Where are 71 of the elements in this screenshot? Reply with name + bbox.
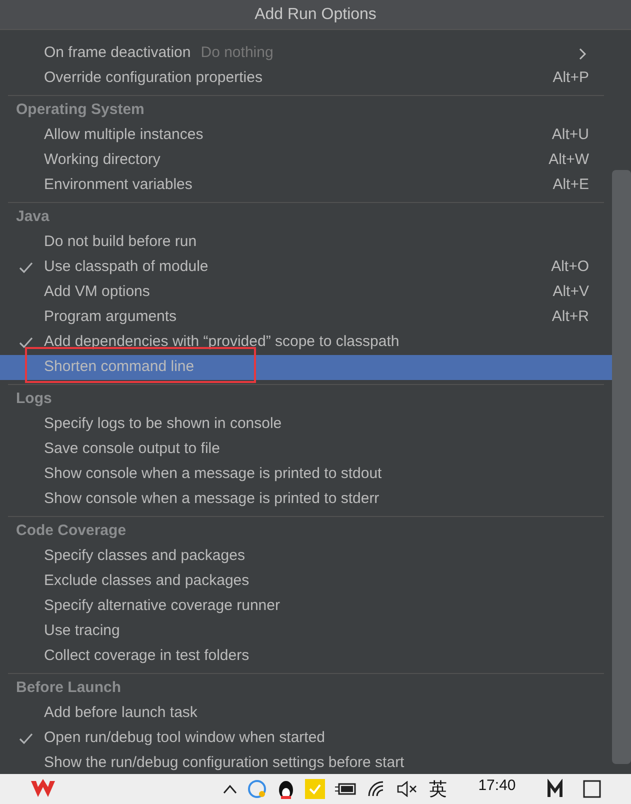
shortcut-label: Alt+W [548,150,589,170]
menu-item[interactable]: Environment variables Alt+E [0,173,612,198]
menu-item[interactable]: Show console when a message is printed to stdout [0,462,612,487]
checkmark-icon [19,733,33,745]
checkmark-icon [19,337,33,349]
shortcut-label: Alt+O [551,257,589,278]
item-label: Specify alternative coverage runner [44,596,280,616]
shortcut-label: Alt+E [552,175,589,196]
item-label: Specify logs to be shown in console [44,414,282,434]
menu-item[interactable]: Specify logs to be shown in console [0,412,612,437]
menu-item[interactable]: Add VM options Alt+V [0,280,612,305]
penguin-icon[interactable] [277,779,295,799]
item-label: Use tracing [44,621,120,642]
item-label: Exclude classes and packages [44,571,250,592]
shortcut-label: Alt+U [552,125,589,146]
menu-item[interactable]: Show the run/debug configuration settings before start [0,751,612,774]
item-label: Use classpath of module [44,257,208,278]
item-label: Allow multiple instances [44,125,204,146]
item-label: Shorten command line [44,357,194,378]
menu-item[interactable]: Specify classes and packages [0,544,612,569]
menu-item[interactable]: Override configuration properties Alt+P [0,66,612,91]
item-label: Show console when a message is printed to stderr [44,489,380,510]
item-value: Do nothing [200,43,274,64]
menu-item[interactable]: Program arguments Alt+R [0,305,612,330]
item-label: Working directory [44,150,160,170]
item-label: Program arguments [44,307,177,328]
menu-item[interactable]: On frame deactivation Do nothing [0,41,612,66]
menu-item[interactable]: Allow multiple instances Alt+U [0,123,612,148]
menu-item[interactable]: Show console when a message is printed to stderr [0,487,612,512]
section-header: Java [16,207,50,228]
scrollbar-thumb[interactable] [612,170,631,764]
menu-item[interactable]: Save console output to file [0,437,612,462]
menu-item[interactable]: Specify alternative coverage runner [0,594,612,619]
item-label: Open run/debug tool window when started [44,728,326,748]
checkbox-icon[interactable] [305,779,325,799]
menu-item[interactable]: Use tracing [0,619,612,644]
clock-time[interactable]: 17:40 [457,774,537,798]
item-label: Do not build before run [44,232,197,252]
item-label: Add dependencies with “provided” scope to classpath [44,332,400,352]
section-header: Before Launch [16,678,122,698]
menu-item[interactable]: Exclude classes and packages [0,569,612,594]
item-label: Show console when a message is printed to stdout [44,464,382,484]
item-label: Add before launch task [44,703,198,724]
menu-item[interactable]: Add dependencies with “provided” scope to classpath [0,330,612,355]
item-label: Specify classes and packages [44,546,245,566]
item-label: Override configuration properties [44,68,262,88]
section-header: Code Coverage [16,521,126,542]
shortcut-label: Alt+V [552,282,589,302]
menu-item[interactable]: Add before launch task [0,701,612,726]
input-method-label[interactable]: 英 [429,776,447,802]
section-header: Logs [16,389,52,410]
window-title: Add Run Options [254,4,376,24]
menu-item[interactable]: Use classpath of module Alt+O [0,255,612,280]
menu-item[interactable]: Collect coverage in test folders [0,644,612,669]
menu-item[interactable]: Open run/debug tool window when started [0,726,612,751]
item-label: On frame deactivation [44,43,191,64]
checkmark-icon [19,262,33,274]
item-label: Save console output to file [44,439,220,460]
item-label: Collect coverage in test folders [44,646,250,666]
menu-item[interactable]: Working directory Alt+W [0,148,612,173]
chevron-up-icon[interactable] [223,784,237,794]
muted-speaker-icon[interactable] [397,781,419,797]
section-header: Operating System [16,100,144,120]
battery-icon[interactable] [335,782,357,796]
menu-item[interactable]: Do not build before run [0,230,612,255]
item-label: Environment variables [44,175,192,196]
office-logo-icon [30,779,56,799]
shortcut-label: Alt+R [552,307,589,328]
item-label: Show the run/debug configuration settings before start [44,753,404,774]
item-label: Add VM options [44,282,150,302]
shortcut-label: Alt+P [552,68,589,88]
